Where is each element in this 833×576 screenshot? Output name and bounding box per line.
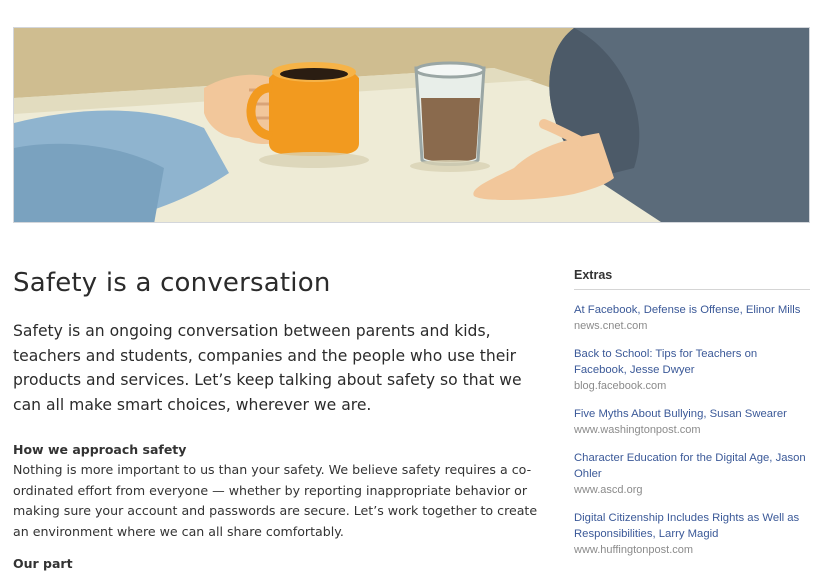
page-title: Safety is a conversation [13, 268, 331, 298]
list-item: Five Myths About Bullying, Susan Swearer… [574, 406, 810, 438]
coffee-conversation-illustration [14, 28, 809, 222]
extra-link[interactable]: Digital Citizenship Includes Rights as W… [574, 510, 810, 542]
extra-link[interactable]: Character Education for the Digital Age,… [574, 450, 810, 482]
section-body-approach: Nothing is more important to us than you… [13, 462, 538, 539]
section-heading-approach: How we approach safety [13, 442, 187, 457]
list-item: Character Education for the Digital Age,… [574, 450, 810, 498]
extra-link[interactable]: Five Myths About Bullying, Susan Swearer [574, 406, 810, 422]
extras-list: At Facebook, Defense is Offense, Elinor … [574, 302, 810, 558]
extra-source: news.cnet.com [574, 320, 648, 332]
extra-link[interactable]: At Facebook, Defense is Offense, Elinor … [574, 302, 810, 318]
list-item: At Facebook, Defense is Offense, Elinor … [574, 302, 810, 334]
extra-source: www.huffingtonpost.com [574, 544, 694, 556]
extra-source: www.ascd.org [574, 484, 643, 496]
intro-paragraph: Safety is an ongoing conversation betwee… [13, 322, 522, 414]
extra-source: www.washingtonpost.com [574, 424, 701, 436]
extra-source: blog.facebook.com [574, 380, 667, 392]
sidebar-title: Extras [574, 268, 810, 290]
hero-illustration [13, 27, 810, 223]
list-item: Back to School: Tips for Teachers on Fac… [574, 346, 810, 394]
extra-link[interactable]: Back to School: Tips for Teachers on Fac… [574, 346, 810, 378]
section-heading-our-part: Our part [13, 556, 73, 571]
extras-sidebar: Extras At Facebook, Defense is Offense, … [574, 268, 810, 558]
list-item: Digital Citizenship Includes Rights as W… [574, 510, 810, 558]
